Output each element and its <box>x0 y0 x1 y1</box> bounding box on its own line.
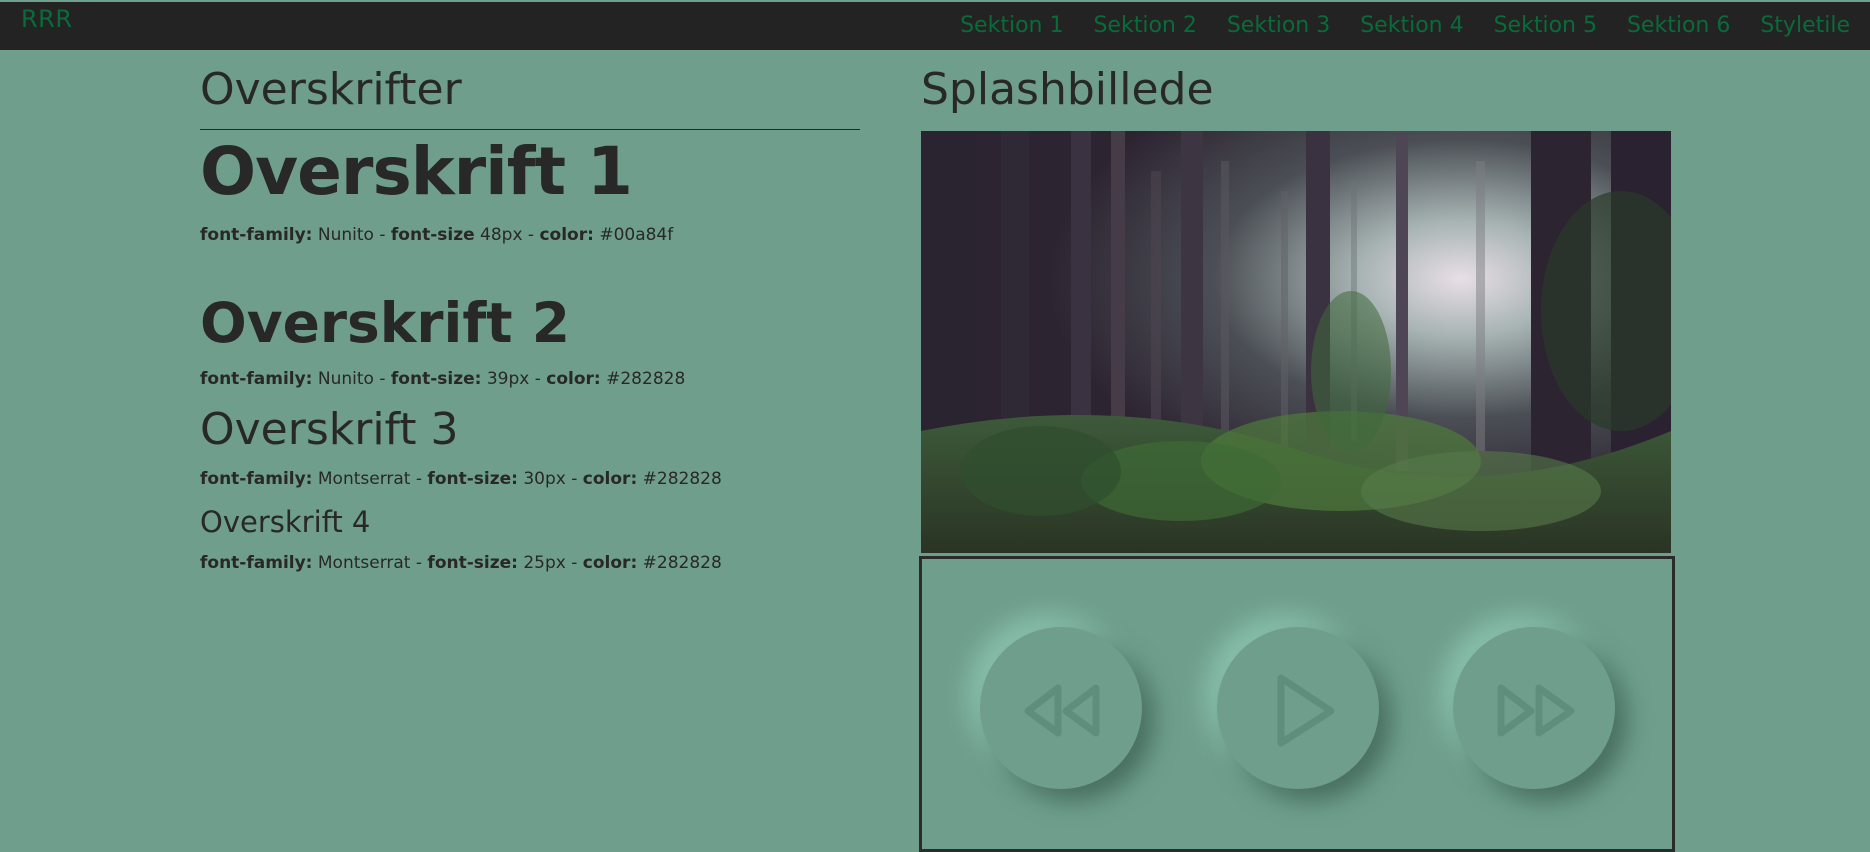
divider <box>200 129 860 130</box>
main-nav: Sektion 1 Sektion 2 Sektion 3 Sektion 4 … <box>930 13 1850 38</box>
nav-link-sektion-1[interactable]: Sektion 1 <box>960 13 1063 38</box>
heading-1-spec: font-family: Nunito - font-size 48px - c… <box>200 225 674 245</box>
nav-link-sektion-2[interactable]: Sektion 2 <box>1093 13 1196 38</box>
heading-1-sample: Overskrift 1 <box>200 133 633 210</box>
nav-link-sektion-4[interactable]: Sektion 4 <box>1360 13 1463 38</box>
fast-forward-icon <box>1497 684 1575 737</box>
splash-image <box>921 131 1671 553</box>
heading-3-sample: Overskrift 3 <box>200 404 459 455</box>
media-player-panel <box>919 556 1675 852</box>
rewind-icon <box>1024 684 1100 737</box>
headings-section: Overskrifter Overskrift 1 font-family: N… <box>200 50 860 574</box>
play-icon <box>1277 674 1335 747</box>
splash-section: Splashbillede <box>919 50 1675 852</box>
heading-4-sample: Overskrift 4 <box>200 505 371 539</box>
heading-2-sample: Overskrift 2 <box>200 291 570 355</box>
fast-forward-button[interactable] <box>1453 627 1615 789</box>
nav-link-sektion-6[interactable]: Sektion 6 <box>1627 13 1730 38</box>
heading-3-spec: font-family: Montserrat - font-size: 30p… <box>200 469 722 489</box>
headings-section-title: Overskrifter <box>200 64 462 115</box>
top-navbar: RRR Sektion 1 Sektion 2 Sektion 3 Sektio… <box>0 2 1870 50</box>
splash-section-title: Splashbillede <box>921 64 1214 115</box>
nav-link-sektion-3[interactable]: Sektion 3 <box>1227 13 1330 38</box>
rewind-button[interactable] <box>980 627 1142 789</box>
heading-4-spec: font-family: Montserrat - font-size: 25p… <box>200 553 722 573</box>
nav-link-styletile[interactable]: Styletile <box>1760 13 1850 38</box>
nav-link-sektion-5[interactable]: Sektion 5 <box>1494 13 1597 38</box>
brand-logo-link[interactable]: RRR <box>21 5 73 33</box>
play-button[interactable] <box>1217 627 1379 789</box>
heading-2-spec: font-family: Nunito - font-size: 39px - … <box>200 369 686 389</box>
